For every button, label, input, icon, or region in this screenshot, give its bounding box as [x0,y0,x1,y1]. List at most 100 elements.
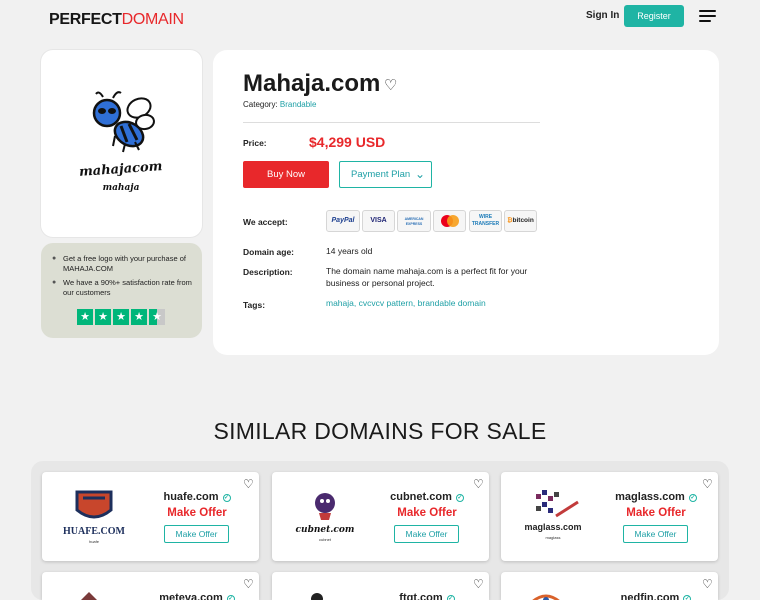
sign-in-link[interactable]: Sign In [586,10,619,21]
domain-age-value: 14 years old [326,246,373,256]
favorite-heart-icon[interactable]: ♡ [702,477,713,491]
favorite-heart-icon[interactable]: ♡ [473,477,484,491]
category-link[interactable]: Brandable [280,100,316,109]
description-label: Description: [243,267,293,277]
similar-domain-name-text: nedfin.com [620,592,680,600]
promo-text-free-logo: Get a free logo with your purchase of MA… [63,254,186,273]
domain-detail-card: Mahaja.com ♡ Category: Brandable Price: … [213,50,719,355]
similar-domain-name-text: ftqt.com [399,592,443,600]
similar-domain-name-text: meteva.com [159,592,223,600]
maglass-logo-image: maglass.com maglass [524,490,582,540]
bitcoin-icon: ₿bitcoin [504,210,537,232]
price-value: $4,299 USD [309,134,386,150]
similar-domain-name[interactable]: huafe.com ✓ [142,491,252,503]
verified-icon: ✓ [683,595,692,600]
we-accept-label: We accept: [243,217,288,227]
promo-satisfaction: ● We have a 90%+ satisfaction rate from … [52,278,192,298]
cubnet-wordmark: cubnet.com [296,525,355,535]
promo-text-satisfaction: We have a 90%+ satisfaction rate from ou… [63,278,192,297]
similar-domain-name[interactable]: cubnet.com ✓ [372,491,482,503]
similar-domain-card[interactable]: nedfin.com ✓ ♡ [501,572,718,600]
similar-domain-card[interactable]: ftqt.com ✓ ♡ [272,572,489,600]
verified-icon: ✓ [222,494,231,502]
logo-wordmark: mahajacom [79,159,163,180]
star-icon: ★ [113,309,129,325]
promo-card: ● Get a free logo with your purchase of … [41,243,202,338]
meteva-logo-image [81,592,97,600]
site-header: PERFECTDOMAIN Sign In Register [0,0,760,42]
star-icon: ★ [77,309,93,325]
similar-domain-card[interactable]: cubnet.com cubnet cubnet.com ✓ Make Offer… [272,472,489,561]
logo-subtext: mahaja [103,183,140,193]
domain-title: Mahaja.com [243,70,381,97]
similar-domain-name[interactable]: meteva.com ✓ [142,592,252,600]
similar-domain-name[interactable]: nedfin.com ✓ [601,592,711,600]
description-value: The domain name mahaja.com is a perfect … [326,266,528,288]
mastercard-icon [433,210,466,232]
favorite-heart-icon[interactable]: ♡ [702,577,713,591]
similar-domain-card[interactable]: HUAFE.COM huafe huafe.com ✓ Make Offer Ma… [42,472,259,561]
huafe-wordmark: HUAFE.COM [63,526,126,537]
make-offer-text: Make Offer [167,507,227,519]
make-offer-button[interactable]: Make Offer [623,525,688,543]
category-label: Category: [243,100,278,109]
category-line: Category: Brandable [243,100,316,109]
make-offer-text: Make Offer [397,507,457,519]
similar-domain-name-text: maglass.com [615,491,685,503]
domain-logo-card: mahajacom mahaja [41,50,202,237]
favorite-heart-icon[interactable]: ♡ [243,477,254,491]
site-logo[interactable]: PERFECTDOMAIN [49,11,184,29]
divider [243,122,540,123]
payment-plan-label: Payment Plan [351,169,411,180]
half-star-icon: ★ [149,309,165,325]
chevron-down-icon: ⌄ [414,167,425,181]
make-offer-button[interactable]: Make Offer [164,525,229,543]
bee-logo-image: mahajacom mahaja [79,91,163,193]
favorite-heart-icon[interactable]: ♡ [473,577,484,591]
favorite-heart-icon[interactable]: ♡ [243,577,254,591]
similar-domain-card[interactable]: maglass.com maglass maglass.com ✓ Make Of… [501,472,718,561]
logo-text-perfect: PERFECT [49,11,122,28]
logo-text-domain: DOMAIN [121,11,185,28]
bitcoin-text: bitcoin [512,217,534,224]
pin-icon: ● [52,279,57,286]
similar-domain-name[interactable]: ftqt.com ✓ [372,592,482,600]
promo-free-logo: ● Get a free logo with your purchase of … [52,254,192,274]
huafe-logo-image: HUAFE.COM huafe [63,490,126,544]
ftqt-logo-image [311,593,323,600]
verified-icon: ✓ [446,595,455,600]
paypal-icon: PayPal [326,210,360,232]
price-label: Price: [243,138,267,148]
star-icon: ★ [95,309,111,325]
star-icon: ★ [131,309,147,325]
make-offer-text: Make Offer [626,507,686,519]
similar-domain-name-text: huafe.com [163,491,219,503]
payment-plan-dropdown[interactable]: Payment Plan ⌄ [339,161,432,188]
favorite-heart-icon[interactable]: ♡ [384,76,397,94]
pin-icon: ● [52,255,57,262]
tags-links[interactable]: mahaja, cvcvcv pattern, brandable domain [326,298,486,308]
make-offer-button[interactable]: Make Offer [394,525,459,543]
huafe-subtext: huafe [89,539,100,544]
wire-transfer-icon: WIRE TRANSFER [469,210,502,232]
verified-icon: ✓ [455,494,464,502]
maglass-wordmark: maglass.com [524,522,581,532]
cubnet-subtext: cubnet [319,537,332,542]
visa-icon: VISA [362,210,395,232]
similar-domains-heading: SIMILAR DOMAINS FOR SALE [213,418,547,444]
nedfin-logo-image [532,594,560,600]
verified-icon: ✓ [688,494,697,502]
similar-domain-name-text: cubnet.com [390,491,452,503]
verified-icon: ✓ [226,595,235,600]
similar-domain-card[interactable]: meteva.com ✓ ♡ [42,572,259,600]
cubnet-logo-image: cubnet.com cubnet [296,493,355,542]
trustpilot-rating[interactable]: ★ ★ ★ ★ ★ [77,309,165,325]
maglass-subtext: maglass [546,535,561,540]
hamburger-icon[interactable] [699,10,716,23]
paypal-text: PayPal [331,217,355,224]
buy-now-button[interactable]: Buy Now [243,161,329,188]
tags-label: Tags: [243,300,266,310]
domain-age-label: Domain age: [243,247,295,257]
register-button[interactable]: Register [624,5,684,27]
similar-domain-name[interactable]: maglass.com ✓ [601,491,711,503]
